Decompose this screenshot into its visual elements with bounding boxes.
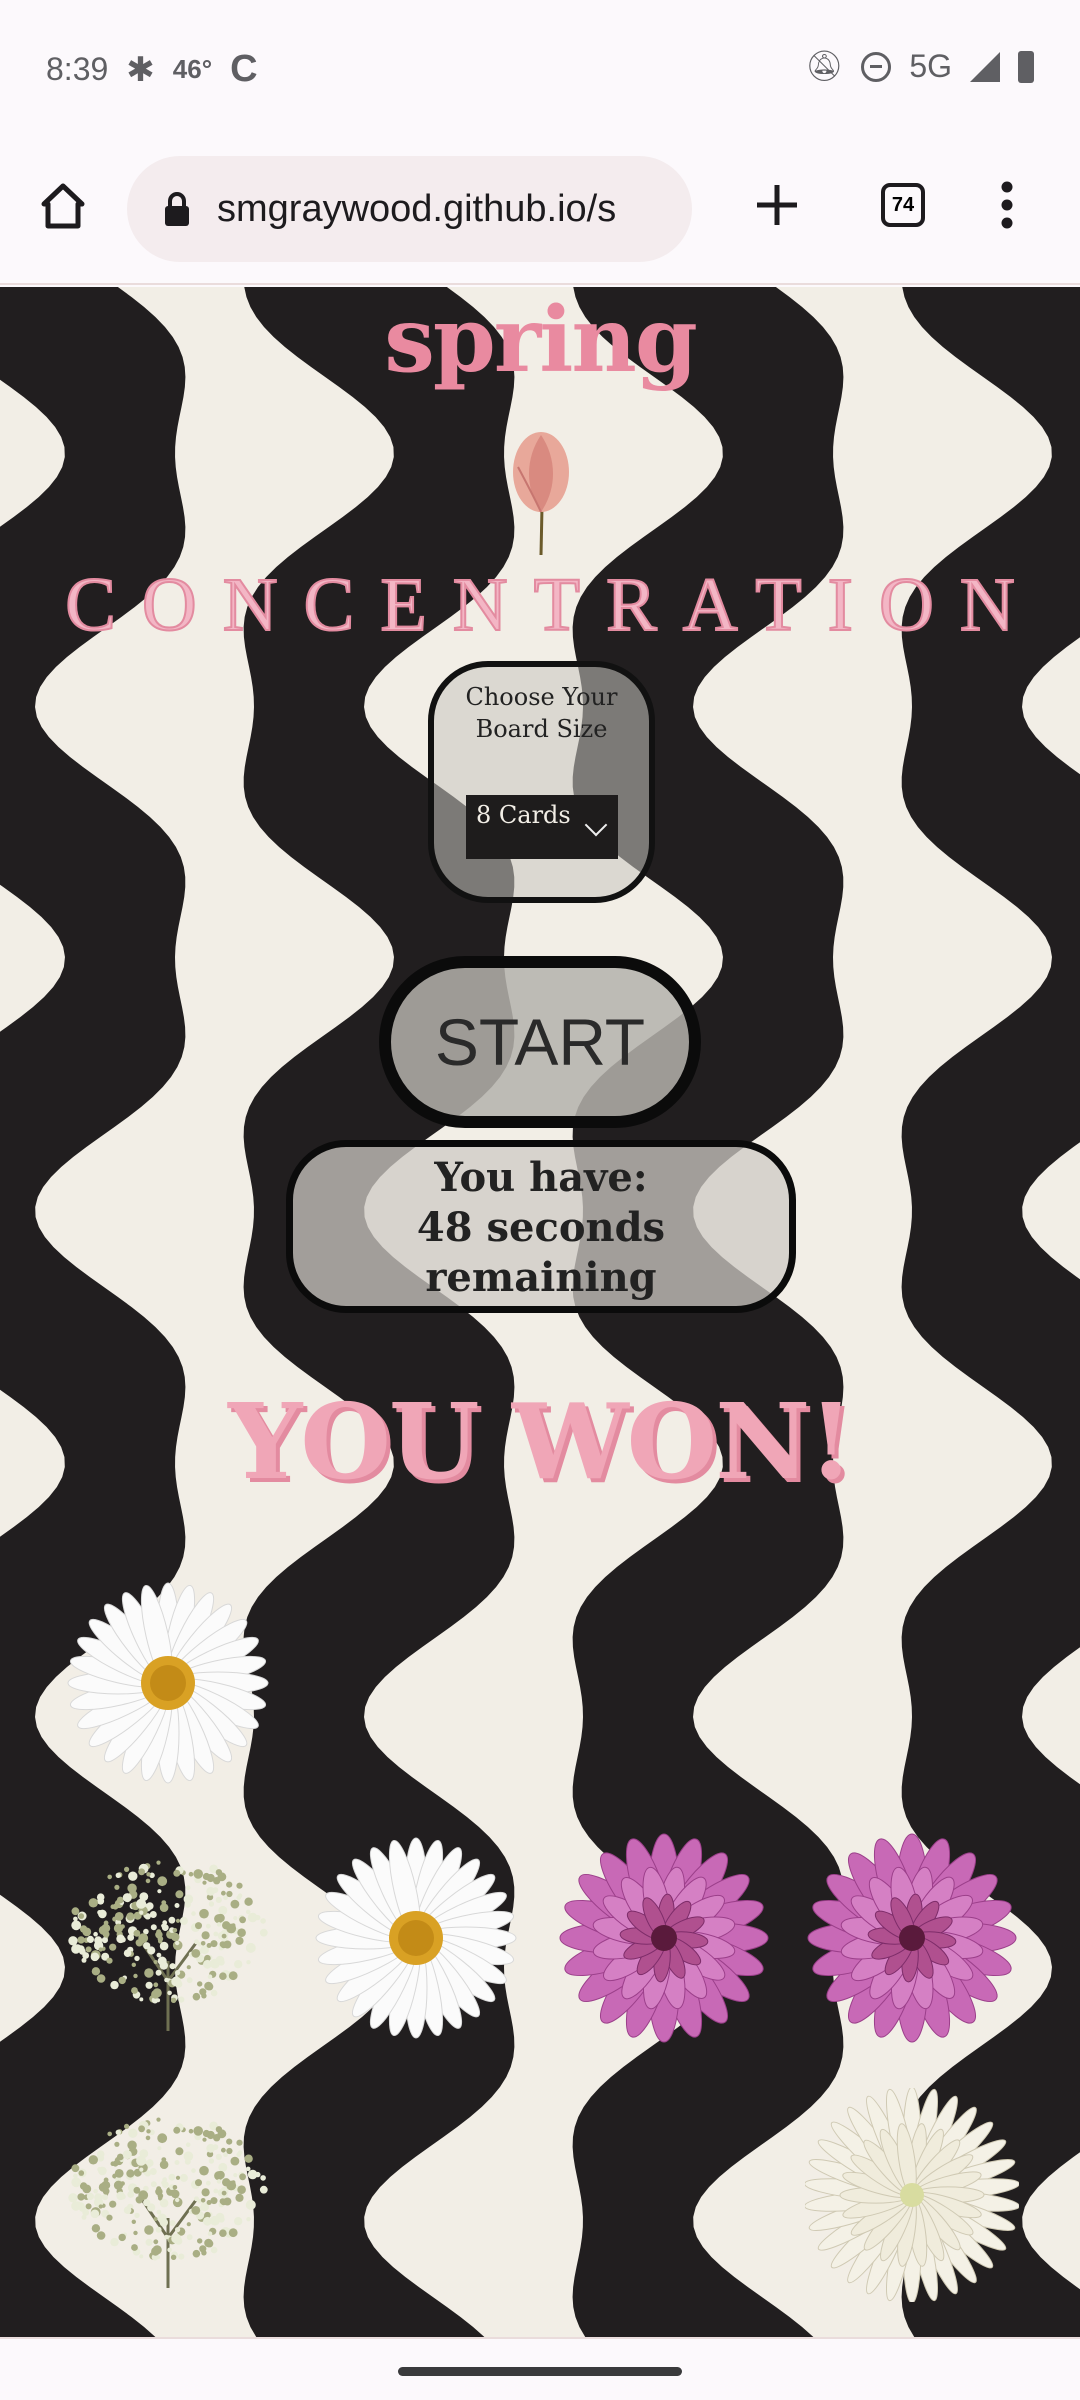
home-gesture-handle[interactable]: [398, 2367, 682, 2376]
signal-icon: [970, 51, 1000, 82]
chrysanthemum-image: [804, 2086, 1020, 2304]
game-heading: CONCENTRATION: [64, 562, 1041, 648]
daisy-image: [315, 1837, 517, 2039]
network-type: 5G: [909, 48, 952, 84]
more-vert-icon: [1001, 181, 1013, 229]
card-babys-breath[interactable]: [61, 2088, 275, 2302]
timer-line2: 48 seconds: [416, 1204, 666, 1251]
card-dahlia[interactable]: [805, 1831, 1019, 2045]
card-daisy[interactable]: [61, 1576, 275, 1790]
url-bar[interactable]: smgraywood.github.io/s: [127, 156, 692, 262]
board-size-panel: Choose Your Board Size 8 Cards: [428, 661, 655, 903]
browser-toolbar: smgraywood.github.io/s 74: [0, 150, 1080, 285]
moon-icon: C: [230, 48, 258, 90]
home-button[interactable]: [36, 180, 90, 230]
do-not-disturb-icon: [861, 51, 892, 82]
magnolia-bud-image: [513, 432, 569, 556]
status-bar: 8:39 ✱ 46° C 🔕︎ 5G: [0, 0, 1080, 150]
dahlia-image: [559, 1833, 769, 2043]
navigation-bar: [0, 2337, 1080, 2400]
babys-breath-image: [68, 2117, 268, 2288]
slack-icon: ✱: [126, 50, 155, 89]
theme-title: spring: [384, 287, 698, 393]
board-size-value: 8 Cards: [476, 801, 571, 829]
card-daisy[interactable]: [309, 1831, 523, 2045]
new-tab-button[interactable]: [752, 180, 802, 230]
chevron-down-icon: [584, 813, 608, 837]
card-chrysanthemum[interactable]: [804, 2086, 1020, 2304]
timer-line1: You have:: [434, 1154, 648, 1201]
dahlia-image: [807, 1833, 1017, 2043]
battery-icon: [1018, 50, 1034, 83]
plus-icon: [757, 185, 797, 225]
game-page: spring CONCENTRATION Choose Your Board S…: [0, 287, 1080, 2337]
babys-breath-image: [68, 1860, 268, 2031]
timer-panel: You have: 48 seconds remaining: [286, 1140, 796, 1313]
tab-switcher-button[interactable]: 74: [878, 180, 928, 230]
board-size-label-line1: Choose Your: [465, 683, 618, 711]
start-button[interactable]: START: [379, 956, 701, 1128]
board-size-label-line2: Board Size: [475, 715, 608, 743]
result-message: YOU WON!: [228, 1380, 854, 1503]
weather-temperature: 46°: [172, 54, 213, 84]
daisy-image: [67, 1582, 269, 1784]
home-icon: [41, 183, 85, 229]
clock: 8:39: [46, 51, 109, 87]
card-babys-breath[interactable]: [61, 1831, 275, 2045]
notifications-off-icon: 🔕︎: [805, 50, 844, 83]
card-dahlia[interactable]: [557, 1831, 771, 2045]
timer-line3: remaining: [425, 1254, 657, 1301]
board-size-select[interactable]: 8 Cards: [466, 795, 618, 859]
url-text: smgraywood.github.io/s: [217, 187, 617, 230]
menu-button[interactable]: [995, 180, 1019, 230]
tab-count: 74: [881, 183, 925, 227]
lock-icon: [165, 192, 189, 226]
